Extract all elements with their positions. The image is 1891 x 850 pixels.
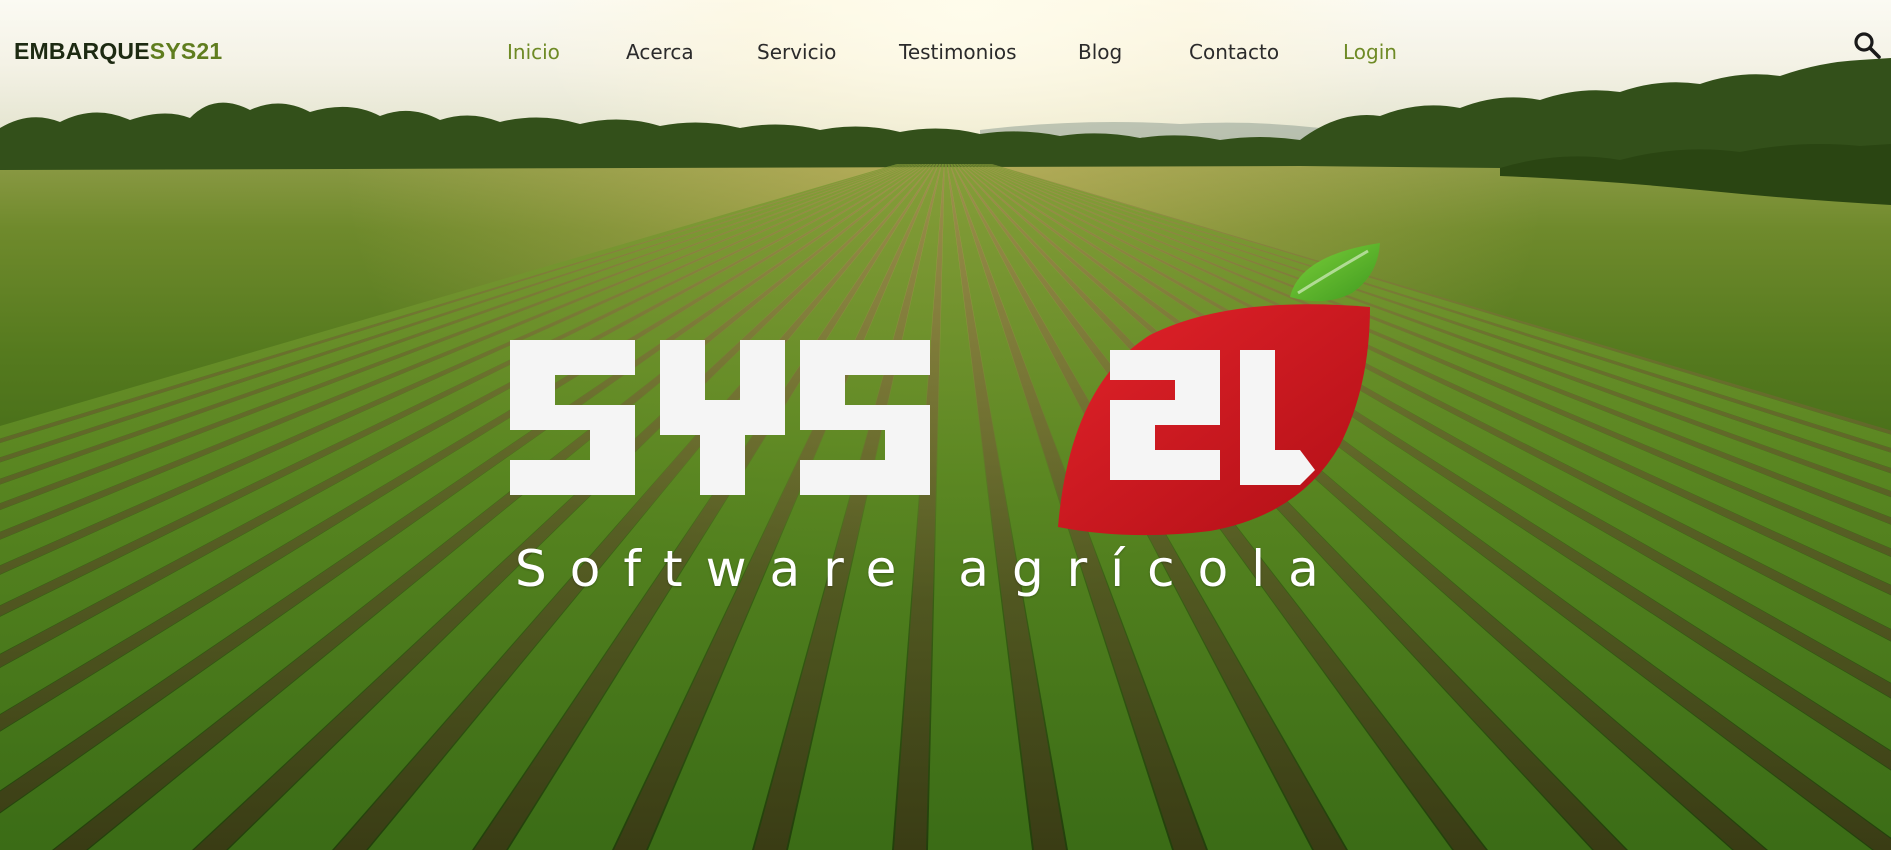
nav-item-blog[interactable]: Blog — [1078, 40, 1122, 64]
login-link[interactable]: Login — [1343, 40, 1397, 64]
brand-part-2: SYS21 — [149, 38, 223, 64]
brand-logo[interactable]: EMBARQUESYS21 — [14, 38, 222, 65]
hero-tagline: Software agrícola — [515, 540, 1342, 598]
nav-item-contacto[interactable]: Contacto — [1189, 40, 1279, 64]
search-icon[interactable] — [1852, 30, 1882, 60]
nav-item-testimonios[interactable]: Testimonios — [899, 40, 1017, 64]
nav-item-acerca[interactable]: Acerca — [626, 40, 694, 64]
nav-item-servicio[interactable]: Servicio — [757, 40, 836, 64]
nav-item-inicio[interactable]: Inicio — [507, 40, 560, 64]
hero-background: Software agrícola — [0, 0, 1891, 850]
brand-part-1: EMBARQUE — [14, 38, 150, 64]
top-navbar: EMBARQUESYS21 Inicio Acerca Servicio Tes… — [0, 0, 1891, 106]
